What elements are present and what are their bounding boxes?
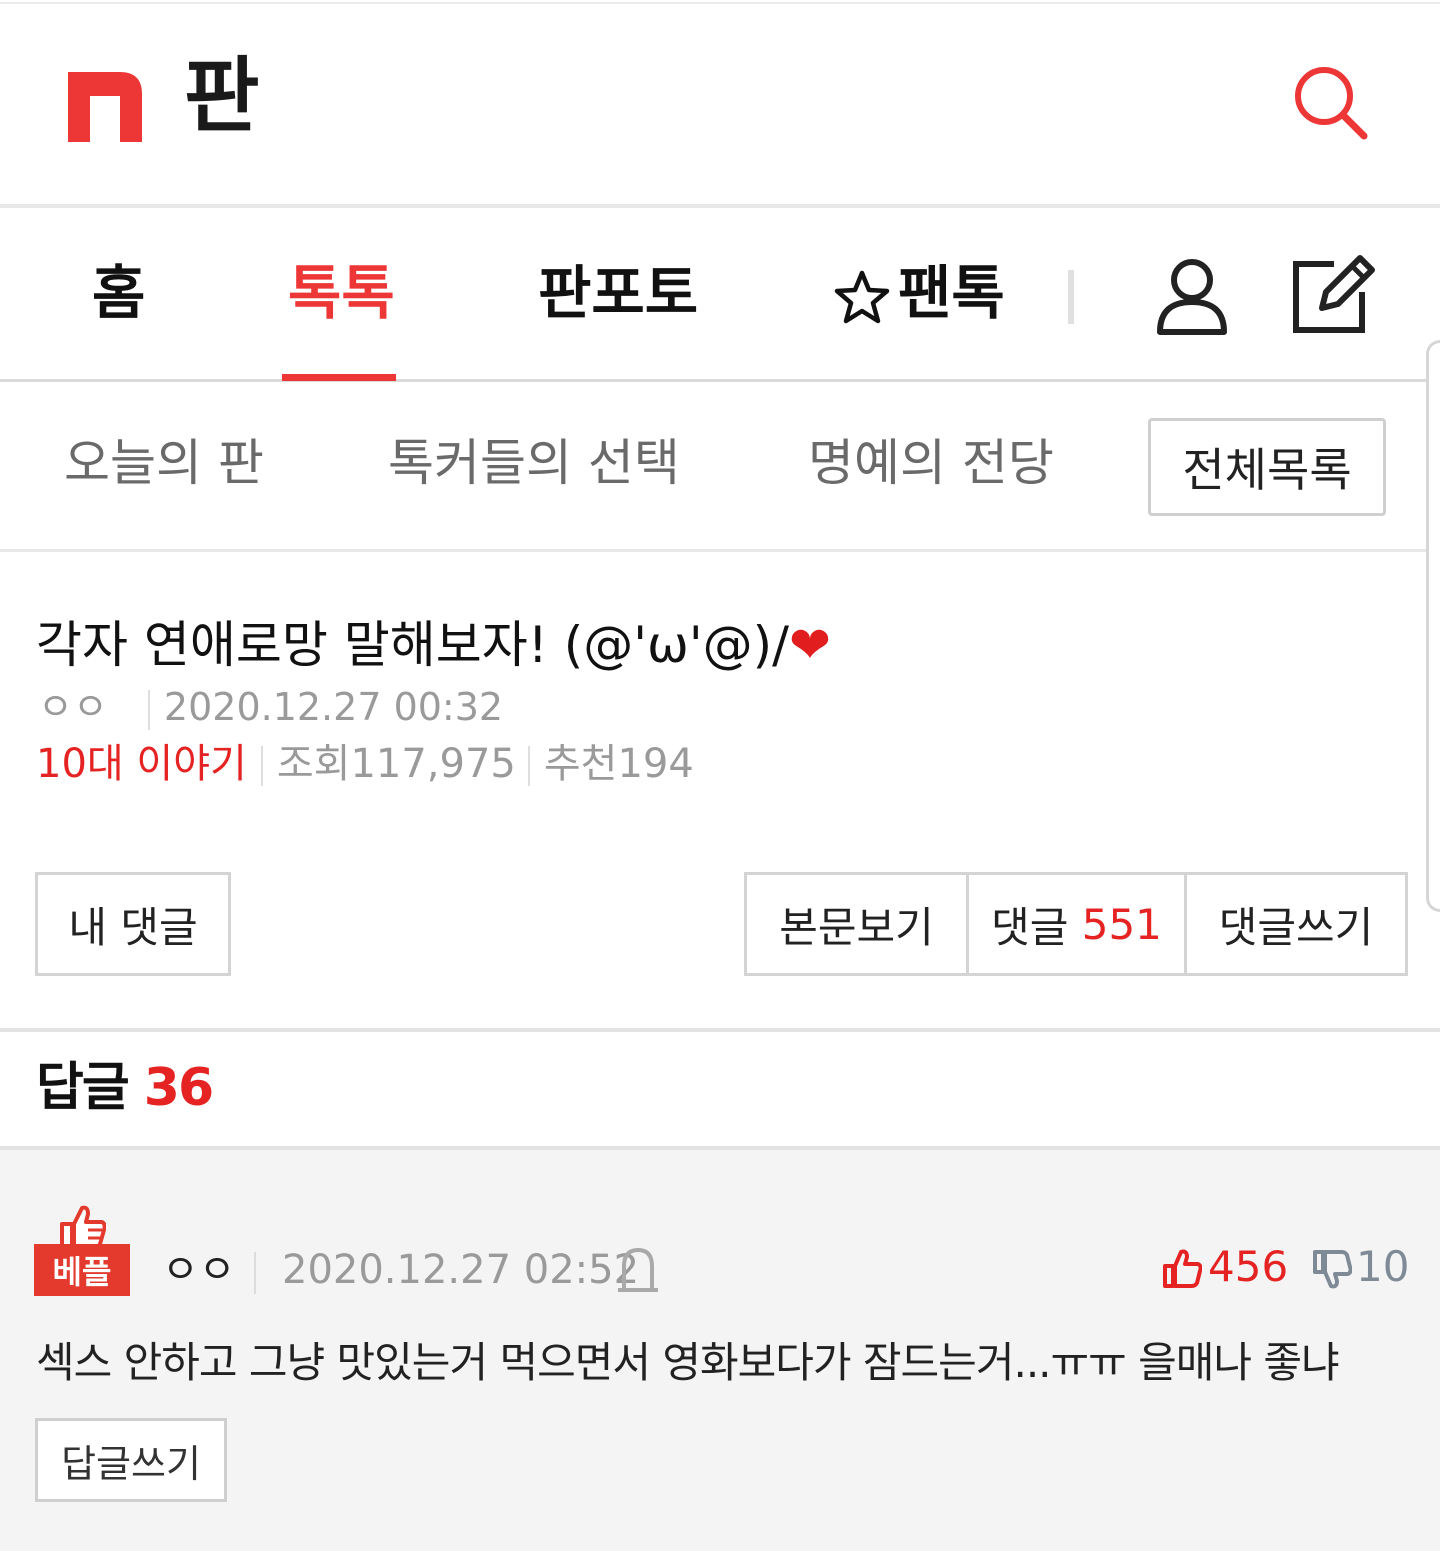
- tab-home[interactable]: 홈: [92, 264, 145, 322]
- views-label: 조회: [276, 741, 351, 787]
- search-icon[interactable]: [1290, 62, 1372, 144]
- sub-nav: 오늘의 판 톡커들의 선택 명예의 전당 전체목록: [0, 382, 1440, 552]
- dislike-count: 10: [1356, 1242, 1410, 1291]
- reply-item: 베플 ㅇㅇ 2020.12.27 02:52 456 10 섹스 안하고 그냥 …: [0, 1150, 1440, 1551]
- post-title-text: 각자 연애로망 말해보자! (@'ω'@)/: [36, 616, 789, 674]
- post-author[interactable]: ㅇㅇ: [38, 685, 108, 729]
- like-count: 456: [1208, 1242, 1289, 1291]
- nate-logo-icon[interactable]: [68, 72, 142, 142]
- post-category[interactable]: 10대 이야기: [36, 741, 247, 787]
- replies-header: 답글 36: [36, 1062, 214, 1114]
- report-siren-icon[interactable]: [616, 1246, 660, 1294]
- comments-count: 551: [1081, 899, 1162, 949]
- meta-separator: [147, 689, 150, 730]
- thumbs-up-icon: [60, 1205, 106, 1248]
- side-scroll-handle[interactable]: [1426, 340, 1440, 912]
- dislike-icon[interactable]: [1312, 1250, 1352, 1290]
- post-meta-stats: 10대 이야기 조회117,975 추천194: [36, 744, 694, 786]
- view-body-button[interactable]: 본문보기: [747, 875, 969, 973]
- my-comment-button[interactable]: 내 댓글: [35, 872, 231, 976]
- write-comment-button[interactable]: 댓글쓰기: [1187, 875, 1405, 973]
- all-list-button[interactable]: 전체목록: [1148, 418, 1386, 516]
- nav-divider: [1068, 270, 1074, 324]
- comments-button[interactable]: 댓글 551: [969, 875, 1187, 973]
- post-date: 2020.12.27 00:32: [163, 685, 504, 729]
- reply-body: 섹스 안하고 그냥 맛있는거 먹으면서 영화보다가 잠드는거...ㅠㅠ 을매나 …: [36, 1338, 1340, 1387]
- section-divider: [0, 1028, 1440, 1032]
- post-meta-author-date: ㅇㅇ 2020.12.27 00:32: [38, 688, 503, 730]
- brand-title[interactable]: 판: [184, 56, 259, 138]
- header: 판: [0, 4, 1440, 208]
- active-tab-indicator: [282, 374, 396, 381]
- replies-count: 36: [143, 1058, 214, 1118]
- subnav-today[interactable]: 오늘의 판: [64, 438, 264, 488]
- replies-label: 답글: [36, 1058, 130, 1118]
- edit-icon[interactable]: [1288, 246, 1380, 338]
- post-title: 각자 연애로망 말해보자! (@'ω'@)/❤: [36, 618, 831, 673]
- main-nav: 홈 톡톡 판포토 팬톡: [0, 208, 1440, 382]
- meta-separator: [254, 1252, 256, 1294]
- user-icon[interactable]: [1154, 256, 1230, 336]
- subnav-tokker-choice[interactable]: 톡커들의 선택: [388, 438, 680, 488]
- recommend-label: 추천: [543, 741, 618, 787]
- tab-panphoto[interactable]: 판포토: [538, 264, 698, 322]
- reply-date: 2020.12.27 02:52: [282, 1247, 640, 1293]
- tab-fantok[interactable]: 팬톡: [898, 264, 1005, 322]
- heart-emoji: ❤: [788, 616, 831, 674]
- like-icon[interactable]: [1162, 1248, 1202, 1288]
- reply-author[interactable]: ㅇㅇ: [162, 1250, 236, 1290]
- subnav-hall-of-fame[interactable]: 명예의 전당: [808, 438, 1054, 488]
- star-icon[interactable]: [832, 268, 892, 328]
- views-count: 117,975: [350, 741, 516, 787]
- best-reply-badge: 베플: [34, 1204, 130, 1296]
- recommend-count: 194: [617, 741, 694, 787]
- tab-toktok[interactable]: 톡톡: [288, 264, 395, 322]
- comments-label: 댓글: [991, 902, 1069, 952]
- best-label: 베플: [34, 1244, 130, 1296]
- meta-separator: [527, 746, 530, 786]
- post-action-buttons: 본문보기 댓글 551 댓글쓰기: [744, 872, 1408, 976]
- meta-separator: [260, 746, 263, 786]
- write-reply-button[interactable]: 답글쓰기: [35, 1418, 227, 1502]
